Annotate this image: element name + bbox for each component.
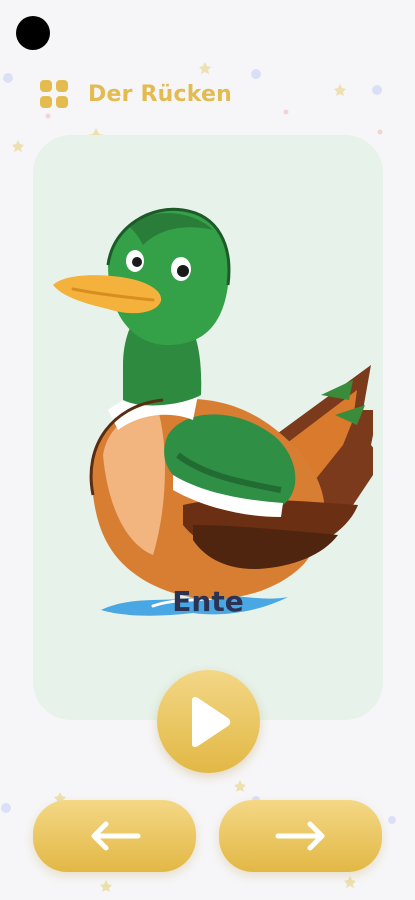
play-button[interactable] [157,670,260,773]
grid-icon[interactable] [40,80,68,108]
flashcard: Ente [33,135,383,720]
play-icon [191,696,230,747]
arrow-right-icon [275,821,324,851]
duck-illustration [53,207,373,616]
next-button[interactable] [219,800,382,872]
arrow-left-icon [91,821,140,851]
word-label: Ente [172,585,244,618]
previous-button[interactable] [33,800,196,872]
camera-cutout [16,16,50,50]
page-title: Der Rücken [88,81,232,107]
top-bar: Der Rücken [40,76,232,112]
